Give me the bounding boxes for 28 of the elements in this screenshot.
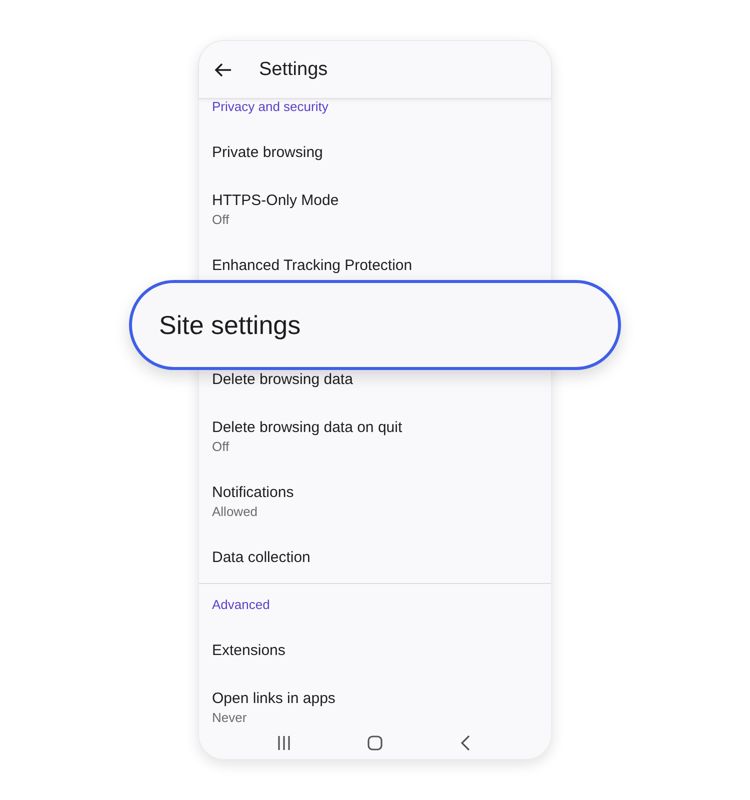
home-icon[interactable] <box>366 734 384 752</box>
settings-item[interactable]: Open links in apps Never <box>199 689 551 726</box>
item-title: Open links in apps <box>212 689 336 709</box>
highlighted-item[interactable]: Site settings <box>129 280 621 370</box>
item-subtitle: Off <box>212 211 230 228</box>
item-subtitle: Allowed <box>212 503 259 520</box>
item-title: Notifications <box>212 483 295 503</box>
item-title: Enhanced Tracking Protection <box>212 256 414 276</box>
settings-item[interactable]: Data collection <box>199 548 551 568</box>
item-title: Delete browsing data on quit <box>212 418 404 438</box>
item-title: Data collection <box>212 548 312 568</box>
screen-title: Settings <box>259 58 328 80</box>
item-title: Site settings <box>159 310 301 340</box>
section-title: Advanced <box>211 597 271 613</box>
settings-item[interactable]: Notifications Allowed <box>199 483 551 520</box>
item-title: Private browsing <box>212 143 324 163</box>
settings-item[interactable]: Private browsing <box>199 143 551 163</box>
item-subtitle: Off <box>212 438 230 455</box>
settings-item[interactable]: Delete browsing data <box>199 370 551 390</box>
settings-item[interactable]: Enhanced Tracking Protection <box>199 256 551 276</box>
item-title: HTTPS-Only Mode <box>212 191 340 211</box>
settings-item[interactable]: Delete browsing data on quit Off <box>199 418 551 455</box>
section-title: Privacy and security <box>211 99 330 115</box>
settings-item[interactable]: HTTPS-Only Mode Off <box>199 191 551 228</box>
item-title: Extensions <box>212 641 286 661</box>
settings-item[interactable]: Extensions <box>199 641 551 661</box>
item-title: Delete browsing data <box>212 370 354 390</box>
item-subtitle: Never <box>212 709 248 726</box>
